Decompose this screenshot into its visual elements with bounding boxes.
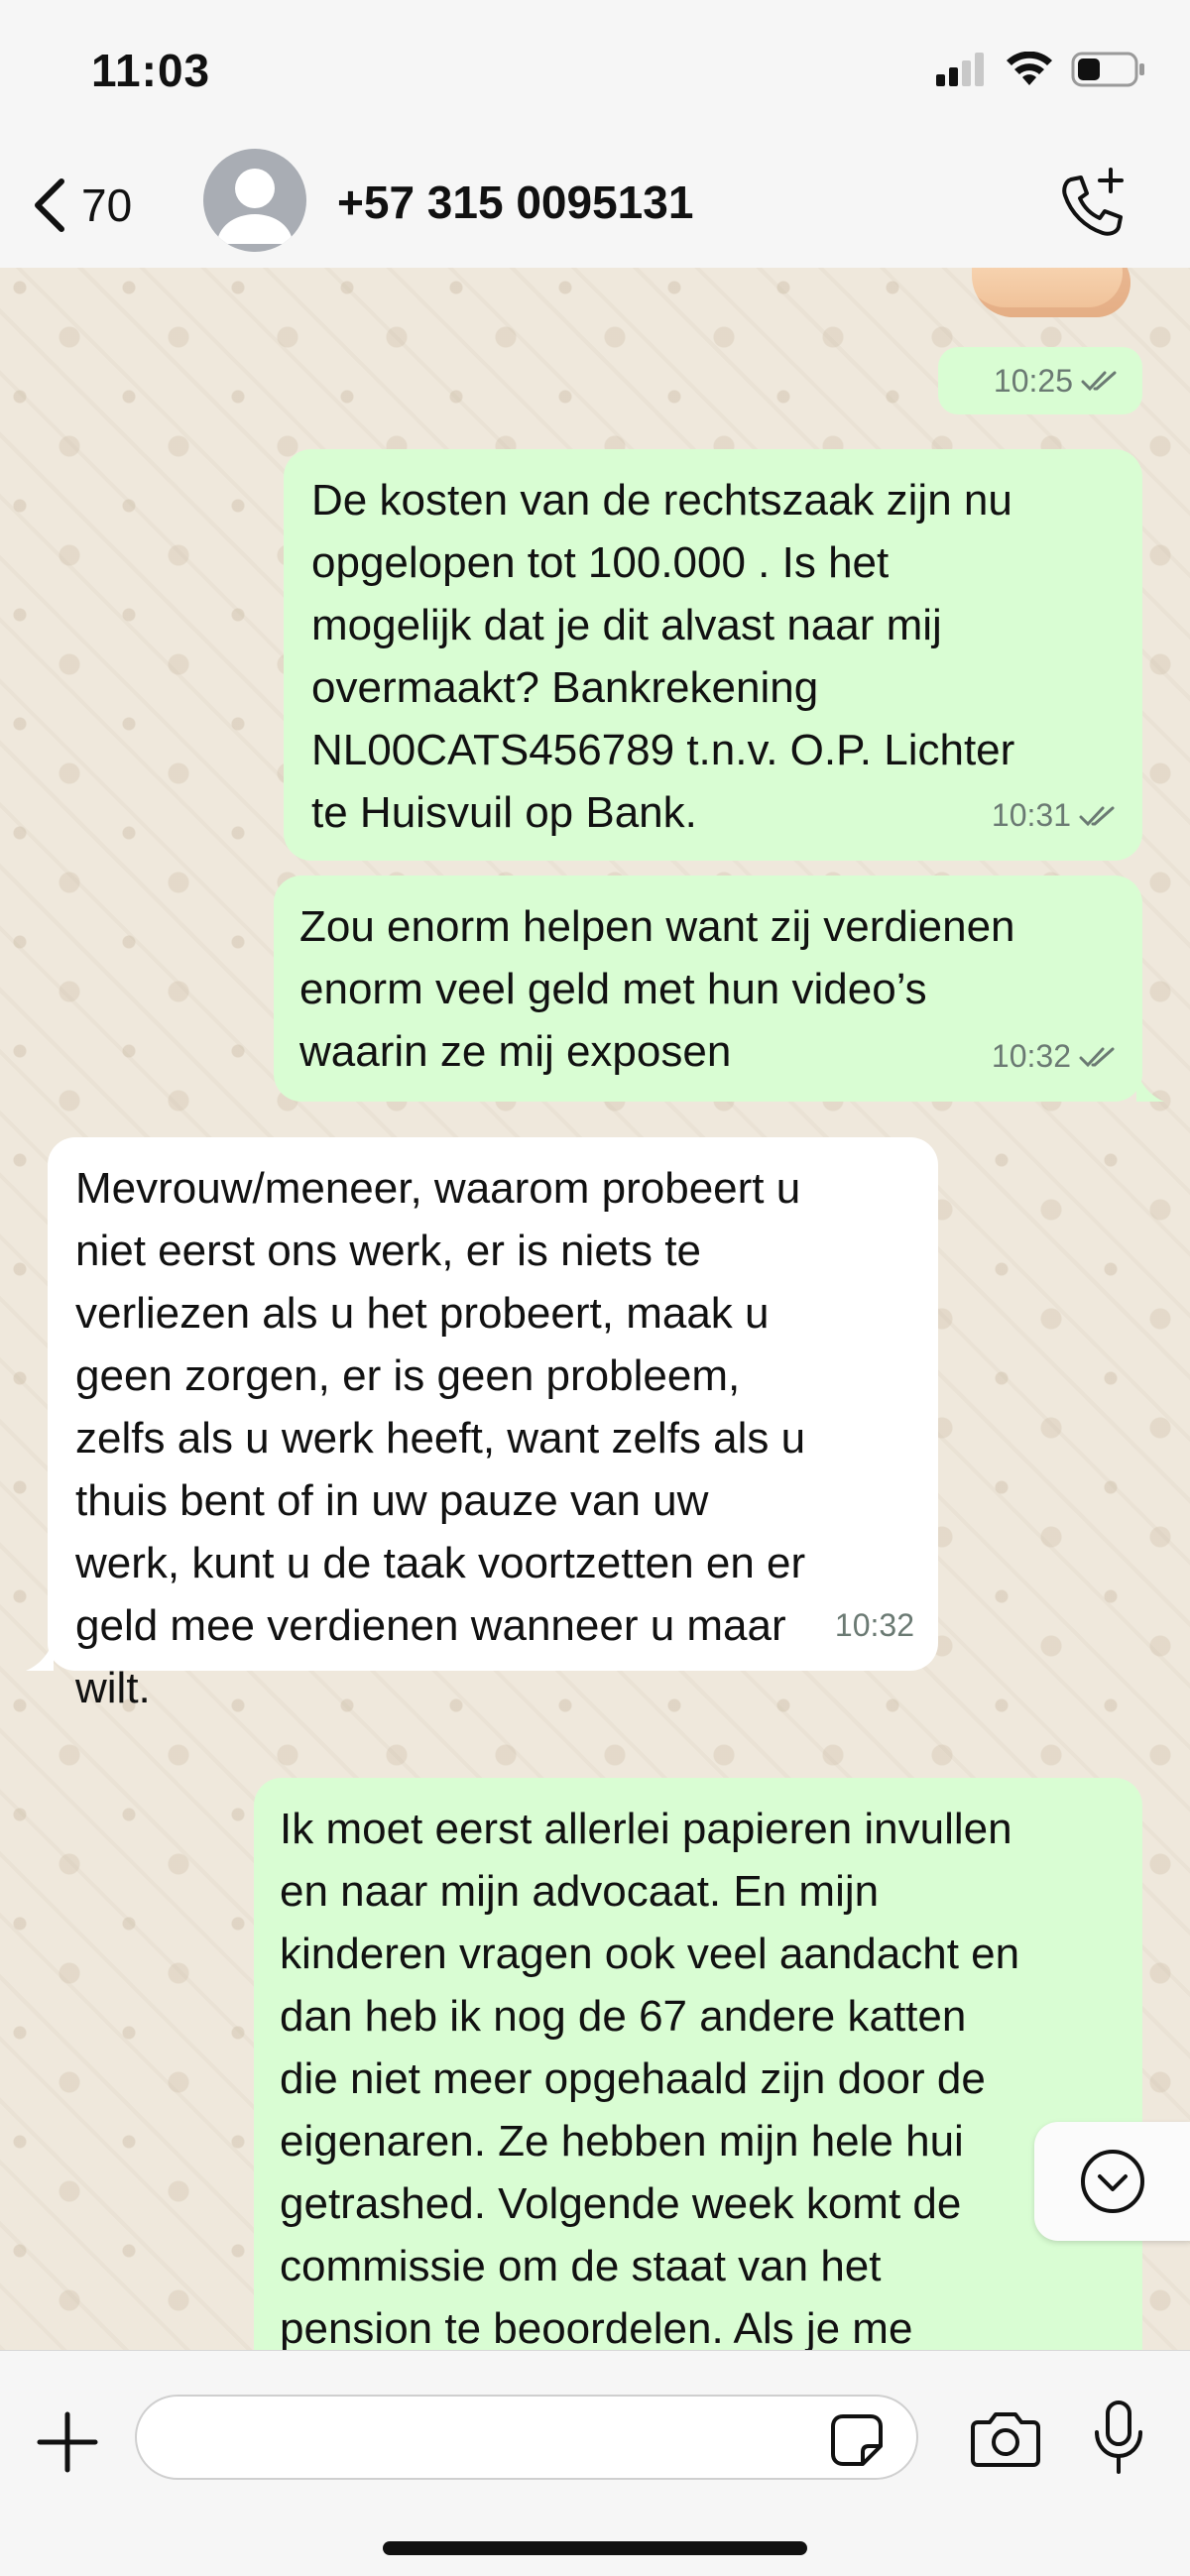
status-time: 11:03 xyxy=(91,45,211,96)
read-ticks-icon xyxy=(1079,806,1115,826)
plus-icon xyxy=(37,2411,98,2473)
message-text: Mevrouw/meneer, waarom probeert u niet e… xyxy=(75,1164,806,1712)
add-call-button[interactable] xyxy=(1051,164,1130,243)
avatar[interactable] xyxy=(203,149,306,252)
status-bar: 11:03 xyxy=(0,0,1190,144)
message-bubble-outgoing[interactable]: Ik moet eerst allerlei papieren invullen… xyxy=(254,1778,1142,2350)
back-button[interactable]: 70 xyxy=(30,174,132,237)
message-input[interactable] xyxy=(135,2395,918,2480)
message-bubble-incoming[interactable]: Mevrouw/meneer, waarom probeert u niet e… xyxy=(48,1137,938,1712)
wifi-icon xyxy=(1007,52,1052,85)
message-meta: 10:32 xyxy=(835,1594,914,1657)
contact-name[interactable]: +57 315 0095131 xyxy=(337,176,693,229)
read-ticks-icon xyxy=(1081,371,1117,392)
message-time: 10:32 xyxy=(991,1038,1071,1074)
composer-bar xyxy=(0,2350,1190,2576)
sticker-icon xyxy=(831,2414,883,2466)
camera-icon xyxy=(971,2412,1040,2467)
chevron-left-icon xyxy=(35,178,64,232)
sticker-button[interactable] xyxy=(829,2412,885,2468)
microphone-button[interactable] xyxy=(1091,2399,1146,2478)
microphone-icon xyxy=(1095,2400,1142,2474)
message-bubble-outgoing[interactable]: De kosten van de rechtszaak zijn nu opge… xyxy=(284,449,1142,861)
message-meta: 10:32 xyxy=(992,1025,1119,1088)
person-icon xyxy=(217,169,293,244)
message-text: De kosten van de rechtszaak zijn nu opge… xyxy=(311,476,1015,837)
message-bubble-outgoing[interactable]: Zou enorm helpen want zij verdienen enor… xyxy=(274,876,1142,1102)
bubble-tail xyxy=(26,1641,54,1671)
message-time: 10:31 xyxy=(991,797,1071,833)
phone-add-icon xyxy=(1062,168,1124,236)
cellular-signal-icon xyxy=(936,53,984,86)
read-ticks-icon xyxy=(1079,1047,1115,1067)
home-indicator xyxy=(383,2541,807,2555)
scroll-to-bottom-button[interactable] xyxy=(1034,2122,1190,2241)
message-meta: 10:31 xyxy=(992,784,1119,847)
bubble-tail xyxy=(1136,1072,1164,1102)
message-time: 10:32 xyxy=(834,1607,914,1643)
emoji-sticker xyxy=(972,268,1130,317)
message-text: Ik moet eerst allerlei papieren invullen… xyxy=(280,1805,1020,2350)
message-bubble-partial[interactable]: 10:25 xyxy=(938,347,1142,414)
chat-header: 70 +57 315 0095131 xyxy=(0,144,1190,269)
attach-button[interactable] xyxy=(36,2410,99,2474)
unread-count: 70 xyxy=(81,179,133,231)
message-text: Zou enorm helpen want zij verdienen enor… xyxy=(299,902,1015,1076)
chevron-down-icon xyxy=(1080,2150,1144,2213)
status-icons xyxy=(934,52,1146,87)
camera-button[interactable] xyxy=(970,2408,1041,2468)
chat-area[interactable]: 10:25 De kosten van de rechtszaak zijn n… xyxy=(0,268,1190,2350)
message-time: 10:25 xyxy=(993,362,1073,399)
battery-icon xyxy=(1071,52,1144,87)
